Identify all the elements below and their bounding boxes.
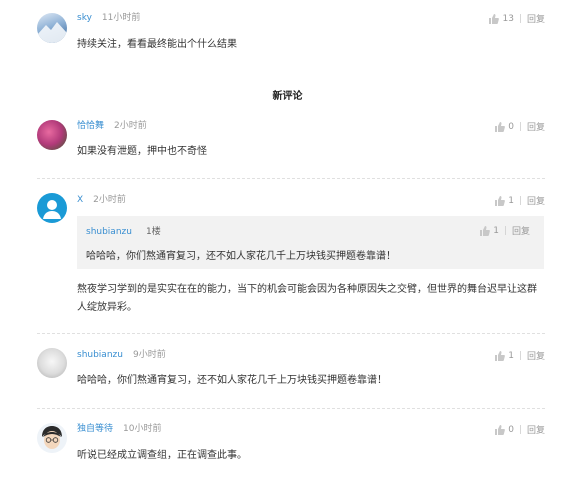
thumbs-up-icon[interactable] [489,13,500,24]
thumbs-up-icon[interactable] [495,350,506,361]
comment-text: 如果没有泄题，押中也不奇怪 [77,146,207,157]
comment-actions: 1 | 回复 [495,349,545,362]
reply-button[interactable]: 回复 [527,12,545,25]
avatar[interactable] [37,120,67,150]
thumbs-up-icon[interactable] [495,121,506,132]
timestamp: 10小时前 [123,424,162,434]
quote-text: 哈哈哈，你们熬通宵复习，还不如人家花几千上万块钱买押题卷靠谱！ [86,251,396,262]
timestamp: 11小时前 [101,13,141,23]
quote-username[interactable]: shubianzu [86,227,132,237]
quoted-comment: shubianzu 1楼 1 | 回复 哈哈哈，你们熬通宵复习，还不如人家花几千上… [77,216,544,269]
avatar[interactable] [37,193,67,223]
comment-text: 哈哈哈，你们熬通宵复习，还不如人家花几千上万块钱买押题卷靠谱！ [77,375,387,386]
username[interactable]: sky [77,13,92,23]
like-count: 1 [508,195,514,206]
comment-meta: shubianzu 9小时前 [77,349,166,361]
like-count: 0 [508,424,514,435]
like-count: 1 [493,225,499,236]
username[interactable]: 恰恰舞 [77,121,104,131]
timestamp: 9小时前 [132,350,166,360]
like-count: 0 [508,121,514,132]
like-count: 13 [502,13,514,24]
divider [37,408,545,409]
section-title: 新评论 [272,91,303,102]
reply-button[interactable]: 回复 [527,423,545,436]
like-count: 1 [508,350,514,361]
reply-button[interactable]: 回复 [527,349,545,362]
thumbs-up-icon[interactable] [480,225,491,236]
quote-meta: shubianzu 1楼 [86,224,161,237]
avatar[interactable] [37,13,67,43]
separator: | [518,13,522,24]
reply-button[interactable]: 回复 [527,120,545,133]
avatar[interactable] [37,348,67,378]
divider [37,178,545,179]
floor-number: 1楼 [145,227,161,237]
separator: | [518,121,522,132]
reply-button[interactable]: 回复 [512,224,530,237]
separator: | [518,350,522,361]
separator: | [518,424,522,435]
comment-actions: 13 | 回复 [489,12,545,25]
comment-actions: 0 | 回复 [495,423,545,436]
comment-actions: 1 | 回复 [495,194,545,207]
comment-text: 听说已经成立调查组，正在调查此事。 [77,450,247,461]
comment-text: 持续关注，看看最终能出个什么结果 [77,39,237,50]
comment-text: 熬夜学习学到的是实实在在的能力，当下的机会可能会因为各种原因失之交臂，但世界的舞… [77,284,537,313]
divider [37,333,545,334]
comment-meta: 恰恰舞 2小时前 [77,120,147,132]
timestamp: 2小时前 [93,195,126,205]
timestamp: 2小时前 [114,121,147,131]
reply-button[interactable]: 回复 [527,194,545,207]
thumbs-up-icon[interactable] [495,195,506,206]
avatar[interactable] [37,423,67,453]
comment-meta: sky 11小时前 [77,12,140,24]
username[interactable]: shubianzu [77,350,123,360]
username[interactable]: 独自等待 [77,424,113,434]
comment-meta: 独自等待 10小时前 [77,423,161,435]
comment-meta: X 2小时前 [77,194,126,206]
thumbs-up-icon[interactable] [495,424,506,435]
username[interactable]: X [77,195,83,205]
separator: | [503,225,507,236]
comment-actions: 0 | 回复 [495,120,545,133]
quote-actions: 1 | 回复 [480,224,530,237]
separator: | [518,195,522,206]
